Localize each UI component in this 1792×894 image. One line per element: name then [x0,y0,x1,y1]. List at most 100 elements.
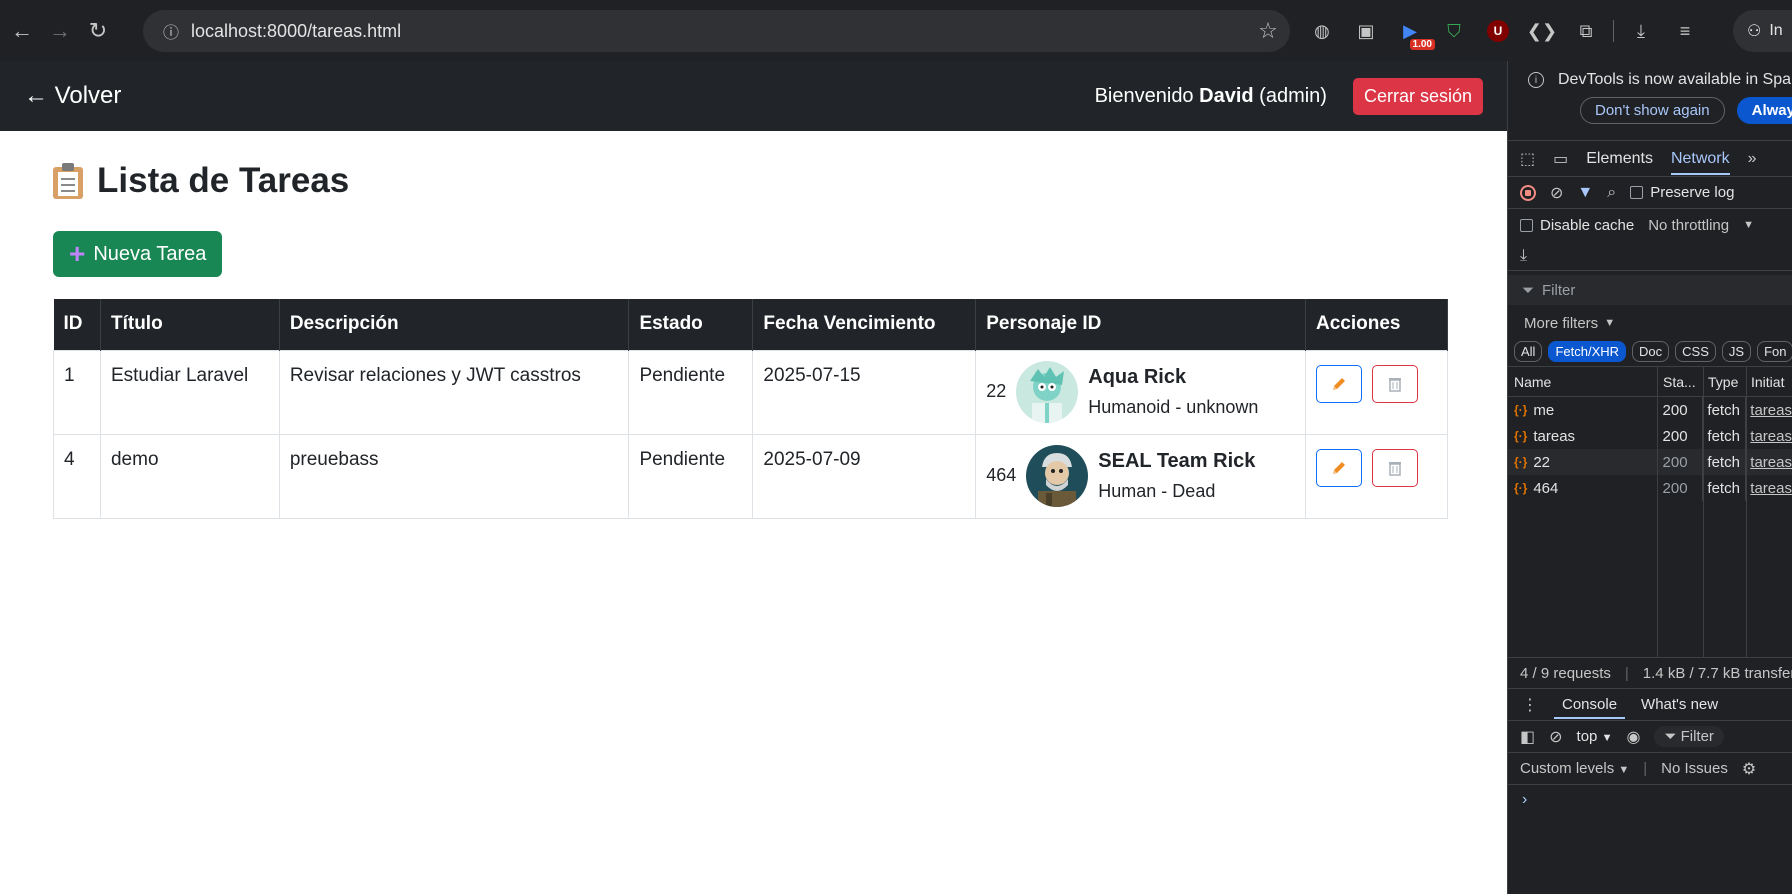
device-toolbar-icon[interactable]: ▭ [1553,149,1568,169]
bookmark-star-icon[interactable]: ☆ [1246,18,1290,44]
tab-network[interactable]: Network [1670,150,1730,175]
request-type: fetch [1702,449,1745,475]
new-task-button[interactable]: + Nueva Tarea [53,231,223,277]
media-queue-icon[interactable]: ≡ [1668,14,1702,48]
code-extension-icon[interactable]: ❮❯ [1525,14,1559,48]
network-table-header: Name Sta... Type Initiat [1508,367,1792,397]
page-title: Lista de Tareas [97,161,350,200]
log-levels-select[interactable]: Custom levels ▼ [1520,760,1629,777]
clear-console-icon[interactable]: ⊘ [1549,727,1562,747]
more-filters-label: More filters [1524,314,1599,332]
camera-icon[interactable]: ▣ [1349,14,1383,48]
download-icon[interactable]: ⤓ [1624,14,1658,48]
edit-button[interactable] [1316,364,1362,403]
issues-indicator[interactable]: No Issues [1661,760,1728,777]
profile-button[interactable]: ⚇ In [1733,10,1792,52]
chip-font[interactable]: Fon [1757,341,1792,362]
chip-js[interactable]: JS [1721,341,1752,362]
request-name: me [1533,401,1555,419]
back-arrow-icon[interactable]: ← [4,13,40,49]
logout-button[interactable]: Cerrar sesión [1352,77,1483,115]
speed-extension-icon[interactable]: ▶ 1.00 [1393,14,1435,50]
character-avatar [1026,444,1089,507]
cell-title: demo [99,433,280,519]
stop-recording-icon[interactable] [1520,184,1536,201]
tab-elements[interactable]: Elements [1586,150,1653,168]
inspect-element-icon[interactable]: ⬚ [1520,149,1535,169]
cell-character: 22 Aqua Rick Humanoid - unknown [975,349,1306,435]
preserve-log-checkbox[interactable]: Preserve log [1630,184,1734,201]
col-type[interactable]: Type [1703,367,1746,396]
more-tabs-icon[interactable]: » [1748,150,1757,168]
chip-all[interactable]: All [1514,341,1543,362]
extensions-bar: ◍ ▣ ▶ 1.00 ⛉ U ❮❯ ⧉ ⤓ ≡ [1305,10,1702,52]
reload-icon[interactable]: ↻ [80,13,116,49]
disable-cache-checkbox[interactable]: Disable cache [1520,217,1634,234]
dont-show-again-button[interactable]: Don't show again [1580,97,1725,124]
filter-icon[interactable]: ▼ [1577,184,1593,202]
settings-gear-icon[interactable]: ⚙ [1742,759,1756,779]
cell-status: Pendiente [628,349,754,435]
banner-text: DevTools is now available in Spa [1558,71,1792,88]
network-request-row[interactable]: {·} me 200 fetch tareas [1508,397,1792,423]
delete-button[interactable] [1372,364,1418,403]
search-icon[interactable]: ⌕ [1607,184,1616,202]
chip-doc[interactable]: Doc [1632,341,1670,362]
table-row: 1 Estudiar Laravel Revisar relaciones y … [53,349,1448,435]
col-status[interactable]: Sta... [1657,367,1703,396]
eye-icon[interactable]: ◉ [1626,727,1640,747]
edit-button[interactable] [1316,448,1362,487]
pencil-icon [1333,377,1345,390]
throttling-select[interactable]: No throttling [1648,217,1729,234]
console-prompt[interactable]: › [1508,791,1792,809]
site-info-icon[interactable]: ⓘ [151,19,191,43]
request-initiator[interactable]: tareas [1745,423,1792,449]
forward-arrow-icon[interactable]: → [42,13,78,49]
cell-actions [1305,349,1448,435]
network-request-row[interactable]: {·} tareas 200 fetch tareas [1508,423,1792,449]
puzzle-icon[interactable]: ⧉ [1569,14,1603,48]
request-name: tareas [1533,427,1576,445]
url-text[interactable]: localhost:8000/tareas.html [191,21,1246,42]
tasks-table: ID Título Descripción Estado Fecha Venci… [53,299,1448,519]
request-initiator[interactable]: tareas [1745,475,1792,501]
request-status: 200 [1656,423,1703,449]
delete-button[interactable] [1372,448,1418,487]
col-initiator[interactable]: Initiat [1746,367,1784,396]
col-name[interactable]: Name [1508,374,1657,390]
request-initiator[interactable]: tareas [1745,397,1792,423]
more-filters-dropdown[interactable]: More filters ▼ [1508,309,1792,337]
address-bar[interactable]: ⓘ localhost:8000/tareas.html ☆ [143,10,1290,52]
chip-fetch-xhr[interactable]: Fetch/XHR [1548,341,1627,362]
header-description: Descripción [279,299,630,350]
ublock-icon[interactable]: U [1481,14,1515,48]
cell-actions [1305,433,1448,519]
network-request-row[interactable]: {·} 22 200 fetch tareas [1508,449,1792,475]
header-title: Título [100,299,280,350]
request-status: 200 [1656,449,1703,475]
network-request-row[interactable]: {·} 464 200 fetch tareas [1508,475,1792,501]
back-link[interactable]: ← Volver [24,82,121,110]
always-button[interactable]: Always [1736,97,1792,124]
shield-icon[interactable]: ⛉ [1437,14,1471,48]
drawer-menu-icon[interactable]: ⋮ [1522,695,1538,715]
clear-icon[interactable]: ⊘ [1550,183,1563,203]
context-select[interactable]: top ▼ [1577,728,1613,745]
import-har-icon[interactable]: ⤓ [1520,247,1527,265]
character-name: Aqua Rick [1088,365,1187,388]
xhr-icon: {·} [1514,429,1528,443]
drawer-tabs: ⋮ Console What's new [1508,689,1792,721]
request-initiator[interactable]: tareas [1745,449,1792,475]
network-filter-input[interactable]: ⏷ Filter [1508,275,1792,305]
tab-console[interactable]: Console [1554,690,1626,719]
tab-whats-new[interactable]: What's new [1641,696,1718,713]
chip-css[interactable]: CSS [1675,341,1716,362]
request-status: 200 [1656,475,1703,501]
sidebar-toggle-icon[interactable]: ◧ [1520,727,1535,747]
info-icon: i [1528,72,1544,88]
console-filter-input[interactable]: ⏷ Filter [1654,726,1724,747]
cell-description: preuebass [278,433,630,519]
mouse-icon[interactable]: ◍ [1305,14,1339,48]
xhr-icon: {·} [1514,403,1528,417]
profile-label: In [1769,22,1783,39]
